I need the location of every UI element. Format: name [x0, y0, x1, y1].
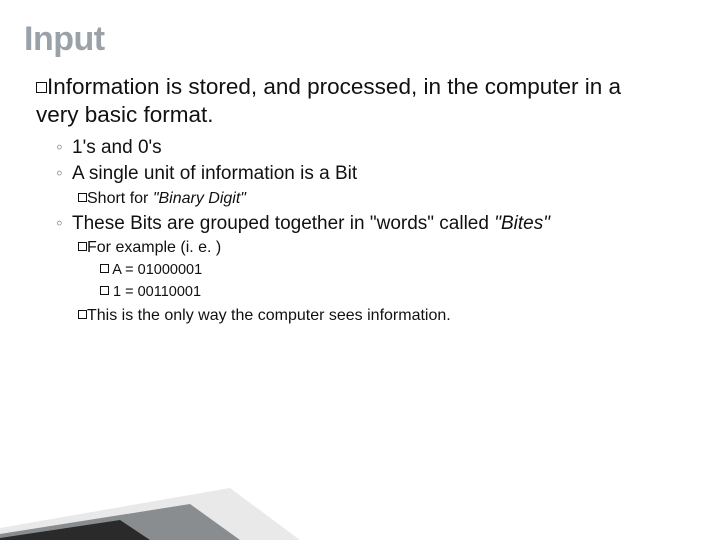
example-a: A = 01000001	[100, 260, 688, 282]
example-a-text: A = 01000001	[112, 262, 202, 278]
sub3-pre: These Bits are grouped together in "word…	[72, 213, 494, 234]
sub-item-2: ◦ A single unit of information is a Bit	[56, 161, 688, 187]
sub-item-2-children: Short for "Binary Digit"	[56, 187, 688, 211]
slide-title: Input	[0, 0, 720, 59]
ring-bullet-icon: ◦	[56, 135, 72, 161]
sub-item-3: ◦ These Bits are grouped together in "wo…	[56, 211, 688, 237]
slide-body: Information is stored, and processed, in…	[0, 59, 720, 328]
ring-bullet-icon: ◦	[56, 211, 72, 237]
square-bullet-icon	[78, 193, 87, 202]
example-label: For example (i. e. )	[87, 239, 221, 256]
main-bullet-lead: Information	[47, 74, 160, 99]
sub3-italic: "Bites"	[494, 213, 550, 234]
sub-item-3-children: For example (i. e. ) A = 01000001 1 = 00…	[56, 236, 688, 328]
short-for-pre: Short for	[87, 190, 153, 207]
square-bullet-icon	[78, 242, 87, 251]
corner-decor-icon	[0, 470, 300, 540]
square-bullet-icon	[100, 286, 109, 295]
example-b-text: 1 = 00110001	[113, 284, 201, 300]
example-values: A = 01000001 1 = 00110001	[78, 260, 688, 304]
sub-item-3-text: These Bits are grouped together in "word…	[72, 211, 550, 237]
square-bullet-icon	[100, 264, 109, 273]
square-bullet-icon	[36, 82, 47, 93]
only-way-text: This is the only way the computer sees i…	[87, 307, 451, 324]
example-b: 1 = 00110001	[100, 282, 688, 304]
sub2-row-only-way: This is the only way the computer sees i…	[78, 304, 688, 328]
ring-bullet-icon: ◦	[56, 161, 72, 187]
sub-list: ◦ 1's and 0's ◦ A single unit of informa…	[36, 129, 688, 327]
sub-item-2-text: A single unit of information is a Bit	[72, 161, 357, 187]
sub-item-1-text: 1's and 0's	[72, 135, 162, 161]
main-bullet: Information is stored, and processed, in…	[36, 73, 688, 129]
square-bullet-icon	[78, 310, 87, 319]
sub-item-1: ◦ 1's and 0's	[56, 135, 688, 161]
sub2-row: Short for "Binary Digit"	[78, 187, 688, 211]
sub2-row-example: For example (i. e. )	[78, 236, 688, 260]
short-for-italic: "Binary Digit"	[153, 190, 246, 207]
